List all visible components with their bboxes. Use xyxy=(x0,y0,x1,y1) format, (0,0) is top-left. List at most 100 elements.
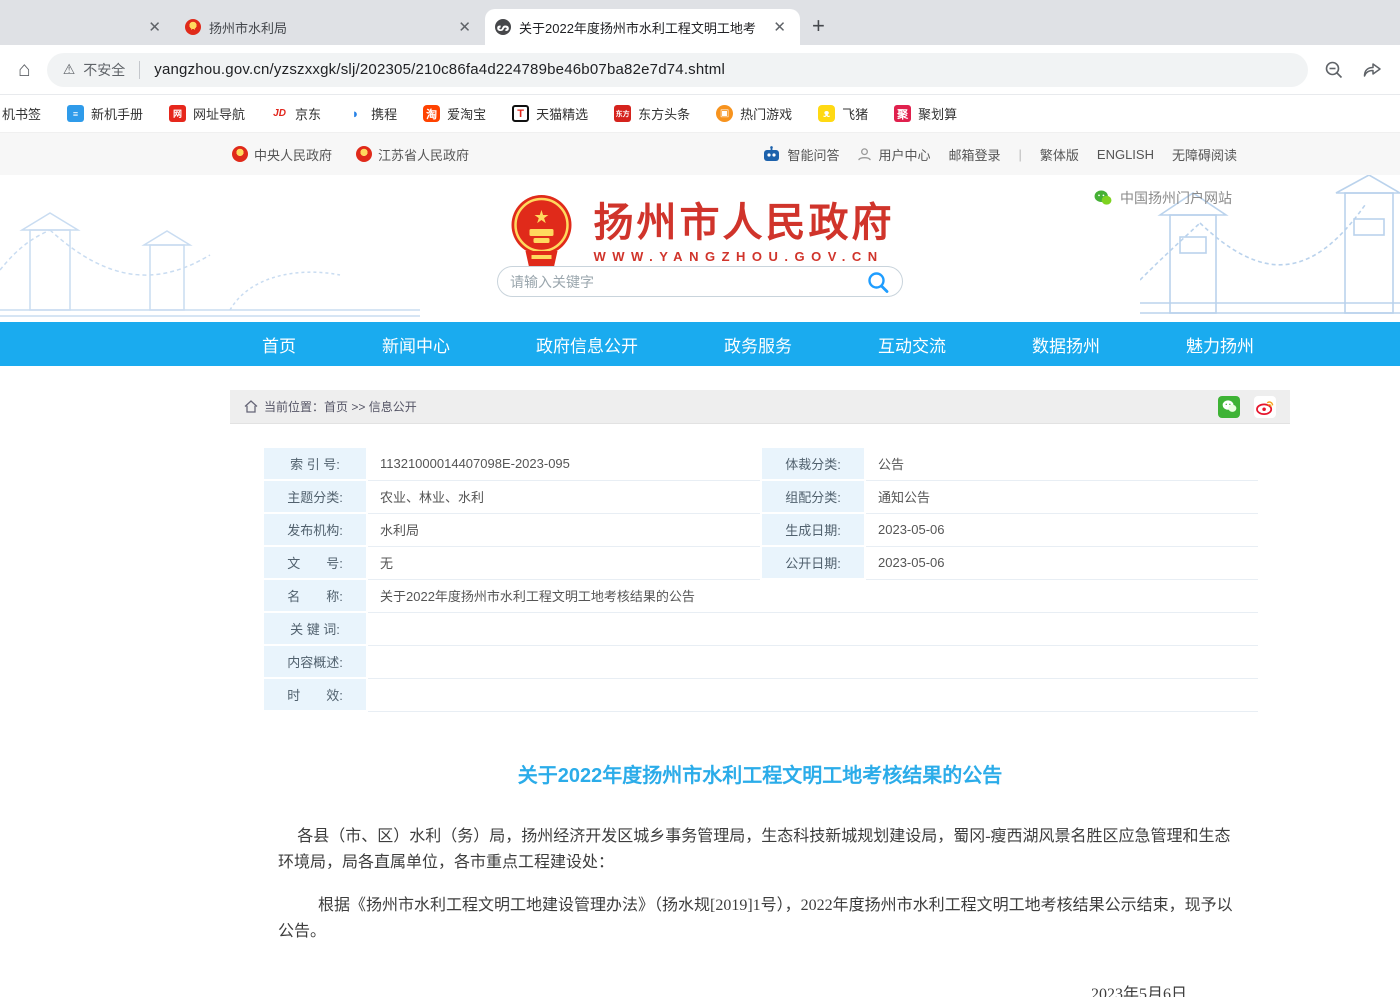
nav-interaction[interactable]: 互动交流 xyxy=(878,332,946,357)
main-nav: 首页 新闻中心 政府信息公开 政务服务 互动交流 数据扬州 魅力扬州 xyxy=(0,322,1400,366)
home-icon[interactable]: ⌂ xyxy=(18,58,31,82)
link-traditional-chinese[interactable]: 繁体版 xyxy=(1040,145,1079,164)
search-input[interactable] xyxy=(510,274,866,290)
close-icon[interactable]: ✕ xyxy=(769,18,790,36)
site-banner: ★ 扬州市人民政府 WWW.YANGZHOU.GOV.CN 中国扬州门户网站 xyxy=(0,175,1400,322)
breadcrumb-label: 当前位置： xyxy=(264,398,324,415)
breadcrumb-path[interactable]: 首页 >> 信息公开 xyxy=(324,398,417,415)
link-accessibility[interactable]: 无障碍阅读 xyxy=(1172,145,1237,164)
page-url[interactable]: yangzhou.gov.cn/yzszxxgk/slj/202305/210c… xyxy=(154,61,725,78)
nav-services[interactable]: 政务服务 xyxy=(724,332,792,357)
zoom-out-icon[interactable] xyxy=(1324,60,1344,80)
meta-value-validity xyxy=(367,678,1258,711)
bookmark-fliggy[interactable]: ᴥ 飞猪 xyxy=(818,104,868,123)
meta-value-created-date: 2023-05-06 xyxy=(865,513,1258,546)
fliggy-pig-icon: ᴥ xyxy=(818,105,835,122)
game-icon: ▣ xyxy=(716,105,733,122)
gov-links: 中央人民政府 江苏省人民政府 xyxy=(232,145,469,164)
link-label: 江苏省人民政府 xyxy=(378,145,469,164)
robot-icon xyxy=(762,146,781,162)
site-brand[interactable]: ★ 扬州市人民政府 WWW.YANGZHOU.GOV.CN xyxy=(506,193,895,271)
search-icon[interactable] xyxy=(866,270,890,294)
omnibox-divider xyxy=(139,61,140,79)
table-row: 时 效: xyxy=(263,678,1258,711)
nav-charming-yangzhou[interactable]: 魅力扬州 xyxy=(1186,332,1254,357)
meta-label: 时 效: xyxy=(263,678,367,711)
bookmark-label: 飞猪 xyxy=(842,104,868,123)
bookmark-label: 京东 xyxy=(295,104,321,123)
meta-value-publisher: 水利局 xyxy=(367,513,761,546)
meta-label: 组配分类: xyxy=(761,480,865,513)
table-row: 主题分类: 农业、林业、水利 组配分类: 通知公告 xyxy=(263,480,1258,513)
bookmark-label: 热门游戏 xyxy=(740,104,792,123)
taobao-icon: 淘 xyxy=(423,105,440,122)
bookmark-phone-bookmarks[interactable]: 机书签 xyxy=(2,104,41,123)
share-icon[interactable] xyxy=(1362,60,1382,80)
nav-home[interactable]: 首页 xyxy=(262,332,296,357)
bookmark-url-nav[interactable]: 网 网址导航 xyxy=(169,104,245,123)
table-row: 关 键 词: xyxy=(263,612,1258,645)
bookmark-juhuasuan[interactable]: 聚 聚划算 xyxy=(894,104,957,123)
meta-label: 主题分类: xyxy=(263,480,367,513)
nav-info-disclosure[interactable]: 政府信息公开 xyxy=(536,332,638,357)
bookmark-jd[interactable]: JD 京东 xyxy=(271,104,321,123)
tab-active-notice[interactable]: ᔕ 关于2022年度扬州市水利工程文明工地考 ✕ xyxy=(485,9,800,45)
juhuasuan-icon: 聚 xyxy=(894,105,911,122)
link-smart-qa[interactable]: 智能问答 xyxy=(762,145,839,164)
table-row: 文 号: 无 公开日期: 2023-05-06 xyxy=(263,546,1258,579)
link-user-center[interactable]: 用户中心 xyxy=(857,145,930,164)
bookmarks-bar: 机书签 ≡ 新机手册 网 网址导航 JD 京东 ◗ 携程 淘 爱淘宝 T 天猫精… xyxy=(0,95,1400,133)
article-date: 2023年5月6日 xyxy=(278,982,1242,997)
meta-label: 公开日期: xyxy=(761,546,865,579)
close-icon[interactable]: ✕ xyxy=(144,18,165,36)
meta-label: 索 引 号: xyxy=(263,447,367,480)
close-icon[interactable]: ✕ xyxy=(454,18,475,36)
url-omnibox[interactable]: ⚠ 不安全 yangzhou.gov.cn/yzszxxgk/slj/20230… xyxy=(47,53,1308,87)
wechat-share-icon[interactable] xyxy=(1218,396,1240,418)
portal-label: 中国扬州门户网站 xyxy=(1120,188,1232,208)
nav-data-yangzhou[interactable]: 数据扬州 xyxy=(1032,332,1100,357)
new-tab-button[interactable]: + xyxy=(812,13,825,39)
bookmark-hot-games[interactable]: ▣ 热门游戏 xyxy=(716,104,792,123)
link-central-gov[interactable]: 中央人民政府 xyxy=(232,145,332,164)
nav-site-icon: 网 xyxy=(169,105,186,122)
meta-value-index-number: 11321000014407098E-2023-095 xyxy=(367,447,761,480)
link-jiangsu-gov[interactable]: 江苏省人民政府 xyxy=(356,145,469,164)
bookmark-aitaobao[interactable]: 淘 爱淘宝 xyxy=(423,104,486,123)
tab-partial[interactable]: ✕ xyxy=(0,9,175,45)
tmall-icon: T xyxy=(512,105,529,122)
meta-label: 关 键 词: xyxy=(263,612,367,645)
table-row: 名 称: 关于2022年度扬州市水利工程文明工地考核结果的公告 xyxy=(263,579,1258,612)
manual-icon: ≡ xyxy=(67,105,84,122)
breadcrumb-home-icon[interactable] xyxy=(244,400,258,413)
share-icons xyxy=(1218,396,1276,418)
link-mail-login[interactable]: 邮箱登录 xyxy=(948,145,1000,164)
document-meta-table: 索 引 号: 11321000014407098E-2023-095 体裁分类:… xyxy=(262,446,1258,712)
bookmark-dongfang-toutiao[interactable]: 东方 东方头条 xyxy=(614,104,690,123)
portal-link[interactable]: 中国扬州门户网站 xyxy=(1094,188,1232,208)
site-logo-favicon: ᔕ xyxy=(495,19,511,35)
meta-label: 名 称: xyxy=(263,579,367,612)
bookmark-xinji-manual[interactable]: ≡ 新机手册 xyxy=(67,104,143,123)
meta-value-category: 通知公告 xyxy=(865,480,1258,513)
user-icon xyxy=(857,147,872,162)
bookmark-tmall[interactable]: T 天猫精选 xyxy=(512,104,588,123)
site-url-text: WWW.YANGZHOU.GOV.CN xyxy=(594,249,895,264)
browser-tab-bar: ✕ ★ 扬州市水利局 ✕ ᔕ 关于2022年度扬州市水利工程文明工地考 ✕ + xyxy=(0,0,1400,45)
gov-emblem-icon xyxy=(232,146,248,162)
meta-label: 发布机构: xyxy=(263,513,367,546)
weibo-share-icon[interactable] xyxy=(1254,396,1276,418)
bookmark-label: 爱淘宝 xyxy=(447,104,486,123)
nav-news[interactable]: 新闻中心 xyxy=(382,332,450,357)
link-english[interactable]: ENGLISH xyxy=(1097,147,1154,162)
meta-value-doc-number: 无 xyxy=(367,546,761,579)
gov-user-links: 智能问答 用户中心 邮箱登录 | 繁体版 ENGLISH 无障碍阅读 xyxy=(762,145,1237,164)
meta-value-genre: 公告 xyxy=(865,447,1258,480)
meta-value-summary xyxy=(367,645,1258,678)
bookmark-ctrip[interactable]: ◗ 携程 xyxy=(347,104,397,123)
ctrip-dolphin-icon: ◗ xyxy=(347,105,364,122)
tab-title: 关于2022年度扬州市水利工程文明工地考 xyxy=(519,18,761,37)
meta-value-topic: 农业、林业、水利 xyxy=(367,480,761,513)
gov-utility-bar: 中央人民政府 江苏省人民政府 智能问答 用户中心 邮箱登录 | 繁体版 ENGL… xyxy=(0,133,1400,175)
tab-shuiliju[interactable]: ★ 扬州市水利局 ✕ xyxy=(175,9,485,45)
